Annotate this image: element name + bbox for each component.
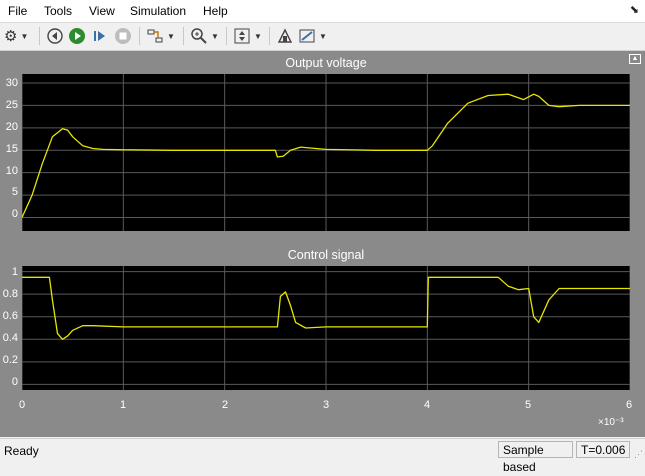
scope-display: ▲ Output voltage 30 25 20 15 10 5 0 Cont… xyxy=(0,51,645,437)
settings-icon[interactable]: ⚙ ▼ xyxy=(4,25,28,47)
undock-arrow-icon[interactable]: ⬊ xyxy=(630,3,639,16)
menu-bar: File Tools View Simulation Help ⬊ xyxy=(0,0,645,23)
chevron-down-icon[interactable]: ▼ xyxy=(167,32,175,41)
stop-icon[interactable] xyxy=(114,25,132,47)
ytick-label: 5 xyxy=(11,186,18,198)
ytick-label: 0 xyxy=(11,208,18,220)
xaxis-multiplier: ×10⁻³ xyxy=(598,417,624,428)
step-forward-icon[interactable] xyxy=(91,25,109,47)
chevron-down-icon[interactable]: ▼ xyxy=(211,32,219,41)
chevron-down-icon[interactable]: ▼ xyxy=(319,32,327,41)
xtick-label: 3 xyxy=(322,399,330,411)
chevron-down-icon[interactable]: ▼ xyxy=(254,32,262,41)
xtick-label: 5 xyxy=(524,399,532,411)
ytick-label: 10 xyxy=(5,165,18,177)
toolbar: ⚙ ▼ ▼ ▼ ▼ ▼ xyxy=(0,23,645,51)
menu-file[interactable]: File xyxy=(8,4,27,18)
xtick-label: 0 xyxy=(18,399,26,411)
plot-title-control-signal: Control signal xyxy=(287,248,365,262)
xtick-label: 1 xyxy=(119,399,127,411)
xtick-label: 4 xyxy=(423,399,431,411)
menu-simulation[interactable]: Simulation xyxy=(130,4,186,18)
ytick-label: 20 xyxy=(5,121,18,133)
chevron-down-icon[interactable]: ▼ xyxy=(20,32,28,41)
fit-axes-icon[interactable]: ▼ xyxy=(233,25,262,47)
ytick-label: 0.8 xyxy=(2,288,18,300)
ytick-label: 0.4 xyxy=(2,332,18,344)
menu-help[interactable]: Help xyxy=(203,4,228,18)
ytick-label: 1 xyxy=(11,266,18,278)
ytick-label: 0.2 xyxy=(2,354,18,366)
style-icon[interactable]: ▼ xyxy=(298,25,327,47)
xtick-label: 6 xyxy=(625,399,633,411)
plot-axes-control-signal[interactable] xyxy=(22,266,630,390)
resize-grip-icon[interactable]: ⋰ xyxy=(634,449,643,460)
run-icon[interactable] xyxy=(68,25,86,47)
ytick-label: 0 xyxy=(11,376,18,388)
plot-axes-output-voltage[interactable] xyxy=(22,74,630,231)
status-bar: Ready Sample based T=0.006 ⋰ xyxy=(0,438,645,474)
ytick-label: 25 xyxy=(5,99,18,111)
ytick-label: 30 xyxy=(5,77,18,89)
sample-mode-label: Sample based xyxy=(498,441,573,474)
plot-title-output-voltage: Output voltage xyxy=(285,56,367,70)
xtick-label: 2 xyxy=(221,399,229,411)
undock-axes-icon[interactable]: ▲ xyxy=(629,54,641,64)
step-back-icon[interactable] xyxy=(46,25,64,47)
sim-time-label: T=0.006 xyxy=(576,441,630,458)
zoom-icon[interactable]: ▼ xyxy=(190,25,219,47)
ytick-label: 0.6 xyxy=(2,310,18,322)
status-ready: Ready xyxy=(4,444,39,458)
menu-view[interactable]: View xyxy=(89,4,115,18)
highlight-block-icon[interactable] xyxy=(276,25,294,47)
ytick-label: 15 xyxy=(5,143,18,155)
menu-tools[interactable]: Tools xyxy=(44,4,72,18)
signal-selector-icon[interactable]: ▼ xyxy=(146,25,175,47)
